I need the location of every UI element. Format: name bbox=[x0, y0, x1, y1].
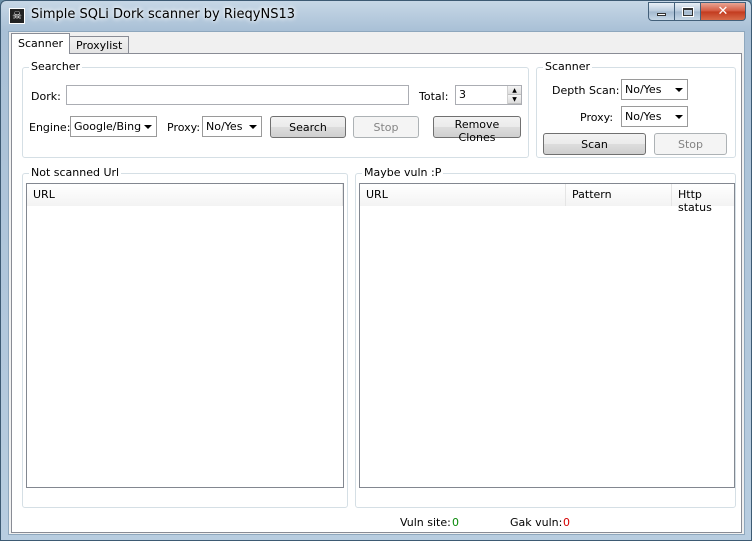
searcher-group: Searcher Dork: Total: 3 ▲ ▼ Engine: Goog… bbox=[22, 60, 529, 158]
window-title: Simple SQLi Dork scanner by RieqyNS13 bbox=[31, 7, 295, 22]
spin-up-icon[interactable]: ▲ bbox=[508, 86, 521, 95]
gak-vuln-count: 0 bbox=[563, 516, 570, 529]
depth-scan-label: Depth Scan: bbox=[552, 84, 620, 97]
depth-scan-select[interactable]: No/Yes bbox=[621, 79, 688, 100]
total-label: Total: bbox=[419, 90, 449, 103]
title-bar[interactable]: ☠ Simple SQLi Dork scanner by RieqyNS13 … bbox=[1, 1, 751, 31]
scanner-group: Scanner Depth Scan: No/Yes Proxy: No/Yes… bbox=[536, 60, 736, 158]
close-icon: ✕ bbox=[717, 4, 729, 19]
maybe-vuln-group: Maybe vuln :P URL Pattern Http status bbox=[355, 166, 736, 508]
tab-scanner[interactable]: Scanner bbox=[11, 33, 71, 54]
not-scanned-header: URL bbox=[27, 184, 343, 206]
maybe-vuln-header: URL Pattern Http status bbox=[360, 184, 734, 214]
vuln-site-label: Vuln site: bbox=[400, 516, 451, 529]
remove-clones-button[interactable]: Remove Clones bbox=[433, 116, 521, 144]
searcher-legend: Searcher bbox=[29, 60, 83, 73]
not-scanned-legend: Not scanned Url bbox=[29, 166, 122, 179]
scanner-tab-panel: Searcher Dork: Total: 3 ▲ ▼ Engine: Goog… bbox=[11, 53, 742, 533]
skull-icon: ☠ bbox=[9, 8, 25, 24]
spin-down-icon[interactable]: ▼ bbox=[508, 95, 521, 104]
column-header-http-status[interactable]: Http status bbox=[672, 184, 734, 214]
search-proxy-select[interactable]: No/Yes bbox=[202, 116, 262, 137]
depth-scan-value: No/Yes bbox=[625, 83, 662, 96]
engine-select[interactable]: Google/Bing bbox=[70, 116, 157, 137]
app-window: ☠ Simple SQLi Dork scanner by RieqyNS13 … bbox=[0, 0, 752, 541]
proxy-label: Proxy: bbox=[167, 121, 201, 134]
minimize-icon bbox=[657, 13, 666, 16]
caption-buttons: ✕ bbox=[648, 2, 746, 21]
engine-value: Google/Bing bbox=[74, 120, 142, 133]
total-value: 3 bbox=[459, 88, 466, 101]
chevron-down-icon bbox=[675, 88, 683, 92]
maximize-button[interactable] bbox=[675, 2, 701, 21]
vuln-site-count: 0 bbox=[452, 516, 459, 529]
dork-label: Dork: bbox=[31, 90, 61, 103]
maybe-vuln-legend: Maybe vuln :P bbox=[362, 166, 444, 179]
scan-stop-button[interactable]: Stop bbox=[654, 133, 727, 155]
scanner-proxy-value: No/Yes bbox=[625, 110, 662, 123]
search-stop-button[interactable]: Stop bbox=[353, 116, 419, 138]
column-header-url[interactable]: URL bbox=[27, 184, 343, 206]
dork-input[interactable] bbox=[66, 85, 409, 105]
tab-proxylist[interactable]: Proxylist bbox=[69, 36, 130, 54]
maybe-vuln-list[interactable]: URL Pattern Http status bbox=[359, 183, 735, 488]
minimize-button[interactable] bbox=[648, 2, 675, 21]
search-button[interactable]: Search bbox=[270, 116, 346, 138]
tab-strip: Scanner Proxylist bbox=[11, 33, 130, 54]
column-header-pattern[interactable]: Pattern bbox=[566, 184, 672, 206]
scanner-legend: Scanner bbox=[543, 60, 593, 73]
scanner-proxy-select[interactable]: No/Yes bbox=[621, 106, 688, 127]
chevron-down-icon bbox=[249, 125, 257, 129]
total-spinner: ▲ ▼ bbox=[507, 86, 521, 104]
not-scanned-group: Not scanned Url URL bbox=[22, 166, 348, 508]
engine-label: Engine: bbox=[29, 121, 71, 134]
chevron-down-icon bbox=[675, 115, 683, 119]
gak-vuln-label: Gak vuln: bbox=[510, 516, 563, 529]
close-button[interactable]: ✕ bbox=[701, 2, 746, 21]
total-spinbox[interactable]: 3 ▲ ▼ bbox=[455, 85, 522, 105]
client-area: Scanner Proxylist Searcher Dork: Total: … bbox=[8, 31, 745, 535]
search-proxy-value: No/Yes bbox=[206, 120, 243, 133]
column-header-url[interactable]: URL bbox=[360, 184, 566, 206]
not-scanned-list[interactable]: URL bbox=[26, 183, 344, 488]
scanner-proxy-label: Proxy: bbox=[580, 111, 614, 124]
maximize-icon bbox=[681, 6, 694, 17]
chevron-down-icon bbox=[144, 125, 152, 129]
scan-button[interactable]: Scan bbox=[543, 133, 646, 155]
